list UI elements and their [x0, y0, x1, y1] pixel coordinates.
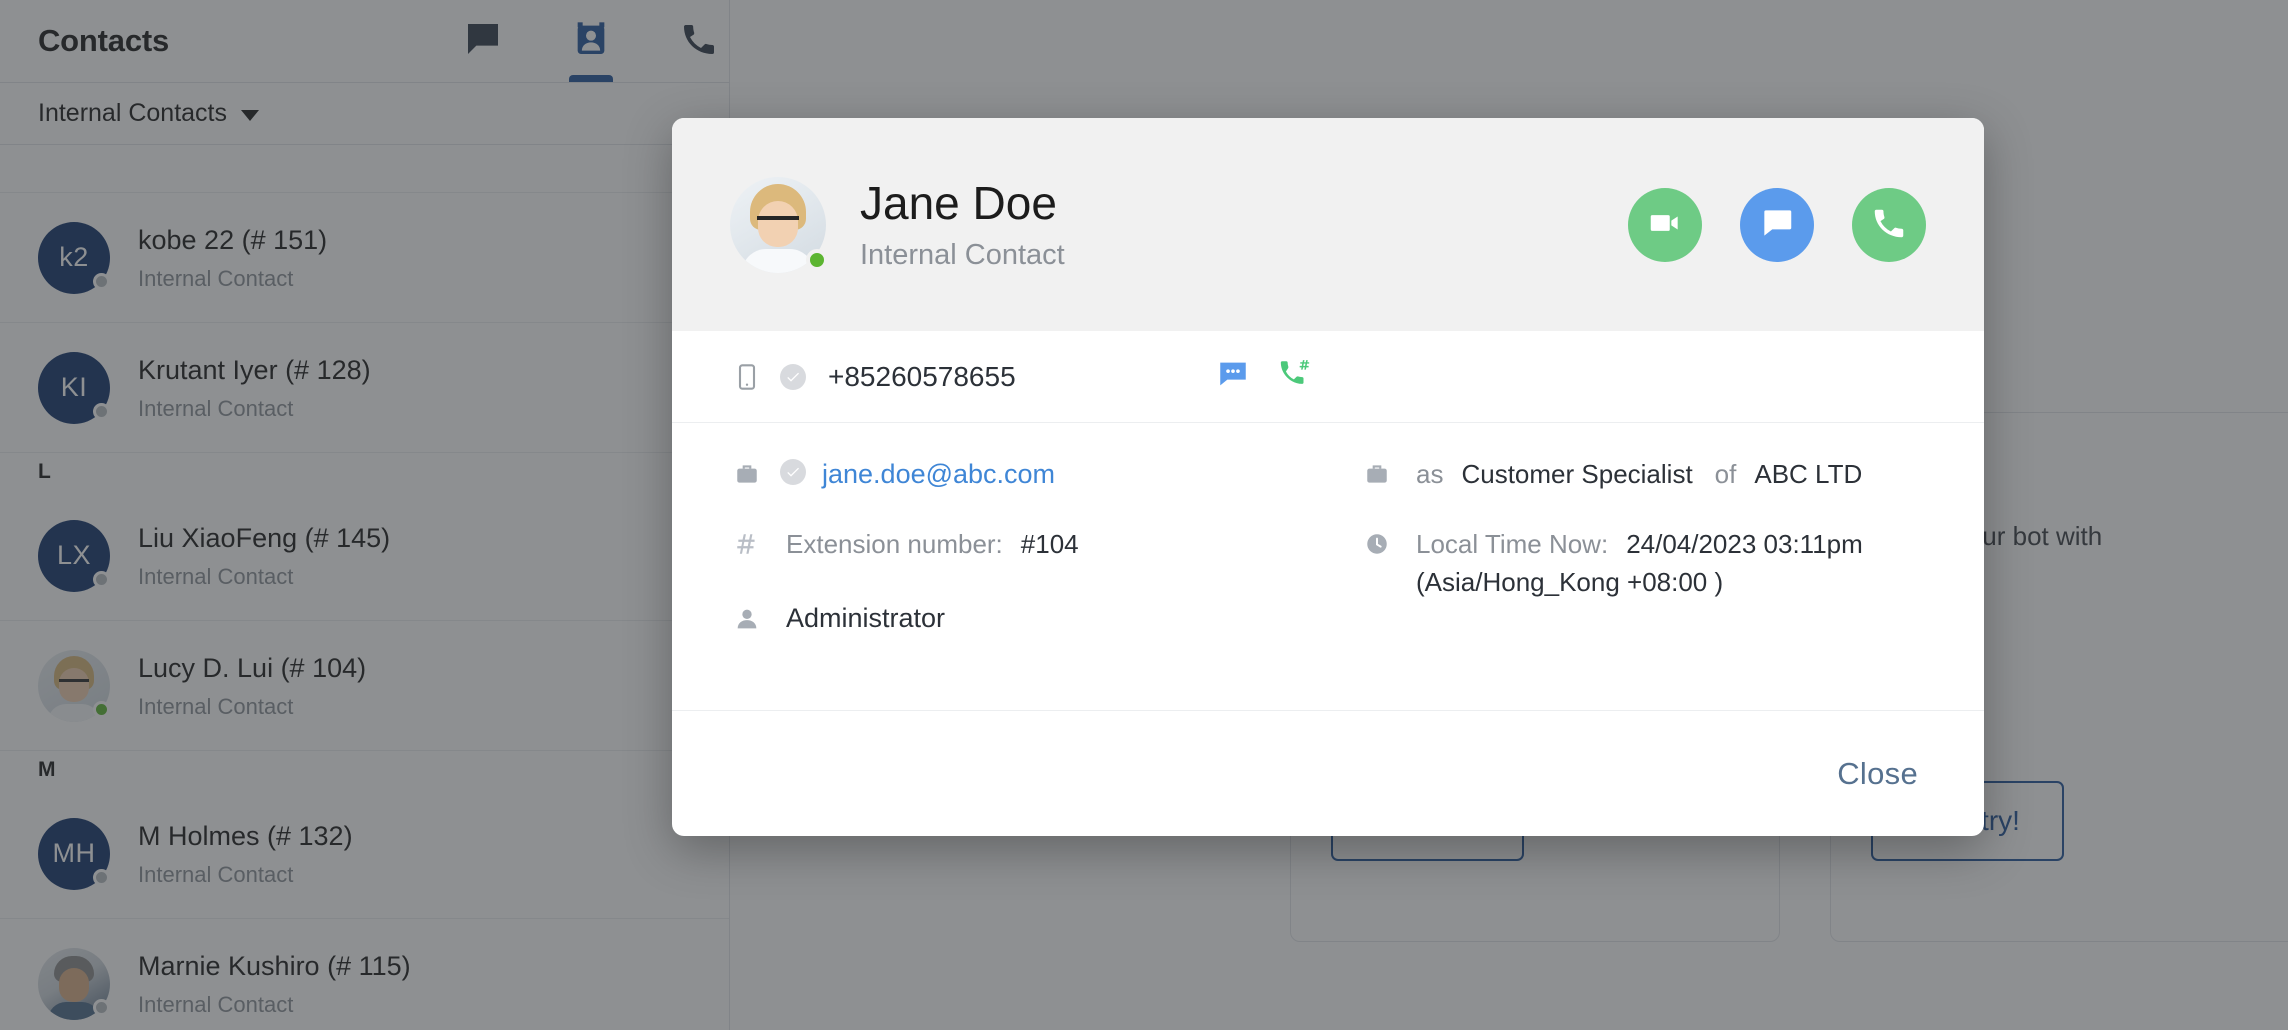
extension-label: Extension number: — [786, 529, 1003, 560]
voice-call-button[interactable] — [1852, 188, 1926, 262]
video-call-button[interactable] — [1628, 188, 1702, 262]
phone-row-actions — [1216, 357, 1312, 396]
local-time-value: 24/04/2023 03:11pm — [1626, 529, 1863, 560]
briefcase-icon — [1360, 461, 1394, 487]
sms-bubble-icon[interactable] — [1216, 357, 1250, 396]
phone-row: +85260578655 — [672, 331, 1984, 423]
modal-action-buttons — [1628, 188, 1926, 262]
modal-header-texts: Jane Doe Internal Contact — [860, 177, 1065, 273]
role-row: Administrator — [672, 603, 1984, 634]
extension-row: Extension number: #104 — [730, 529, 1360, 569]
clock-icon — [1360, 531, 1394, 557]
chat-button[interactable] — [1740, 188, 1814, 262]
email-row: jane.doe@abc.com — [730, 459, 1360, 499]
role-label: Administrator — [786, 603, 945, 634]
modal-header: Jane Doe Internal Contact — [672, 118, 1984, 331]
close-button[interactable]: Close — [1837, 756, 1918, 792]
modal-footer: Close — [672, 710, 1984, 836]
phone-icon — [1870, 204, 1908, 245]
chat-bubble-icon — [1758, 204, 1796, 245]
contact-detail-modal: Jane Doe Internal Contact — [672, 118, 1984, 836]
local-time-row: Local Time Now: 24/04/2023 03:11pm (Asia… — [1360, 529, 1926, 599]
person-icon — [730, 605, 764, 633]
local-time-timezone: (Asia/Hong_Kong +08:00 ) — [1416, 567, 1926, 598]
verified-check-icon — [780, 364, 806, 390]
email-link[interactable]: jane.doe@abc.com — [822, 459, 1055, 490]
phone-dialpad-icon[interactable] — [1278, 357, 1312, 396]
extension-value: #104 — [1021, 529, 1079, 560]
app-root: Contacts — [0, 0, 2288, 1030]
online-status-dot — [806, 249, 828, 271]
local-time-label: Local Time Now: — [1416, 529, 1608, 560]
verified-check-icon — [780, 459, 806, 485]
job-as-label: as — [1416, 459, 1443, 490]
briefcase-icon — [730, 461, 764, 487]
job-of-label: of — [1715, 459, 1737, 490]
hash-icon — [730, 531, 764, 557]
video-camera-icon — [1646, 204, 1684, 245]
modal-body: +85260578655 — [672, 331, 1984, 710]
company-name: ABC LTD — [1754, 459, 1862, 490]
mobile-phone-icon — [730, 363, 764, 391]
contact-type: Internal Contact — [860, 239, 1065, 272]
contact-name: Jane Doe — [860, 177, 1065, 230]
phone-number: +85260578655 — [828, 361, 1016, 393]
job-title: Customer Specialist — [1461, 459, 1692, 490]
detail-grid: jane.doe@abc.com as Customer Specialist … — [672, 423, 1984, 599]
avatar — [730, 177, 826, 273]
job-row: as Customer Specialist of ABC LTD — [1360, 459, 1926, 499]
